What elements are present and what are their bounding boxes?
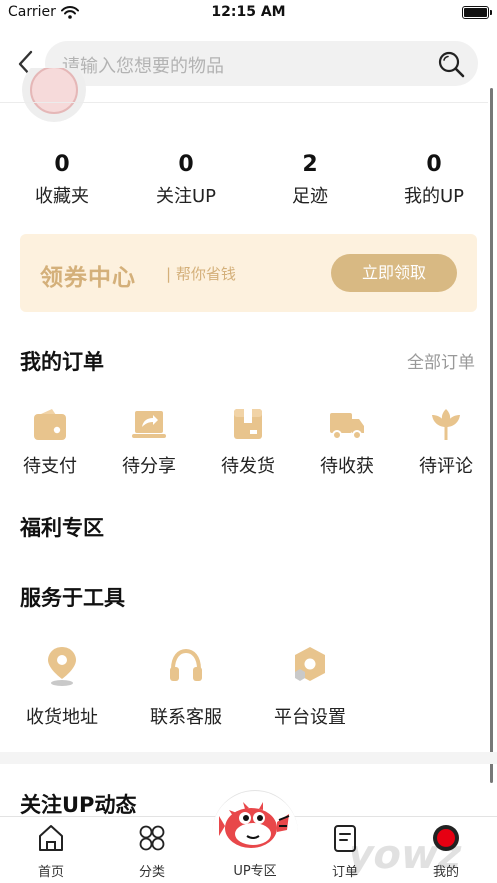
order-pending-share[interactable]: 待分享 (109, 406, 189, 478)
location-icon (48, 647, 76, 686)
order-label: 待分享 (122, 456, 176, 477)
order-pending-receipt[interactable]: 待收获 (307, 406, 387, 478)
avatar[interactable] (22, 68, 86, 122)
share-icon (132, 411, 166, 438)
tool-label: 联系客服 (150, 707, 222, 728)
order-label: 待发货 (221, 456, 275, 477)
svg-text:yowz: yowz (352, 830, 467, 877)
tab-label: 首页 (37, 865, 64, 880)
stat-footprints[interactable]: 2 足迹 (255, 150, 365, 208)
battery-icon (462, 6, 492, 19)
settings-hex-icon (295, 647, 325, 681)
stat-value: 0 (54, 152, 70, 177)
order-label: 待评论 (419, 456, 473, 477)
all-orders-link[interactable]: 全部订单 (407, 348, 475, 373)
follow-up-title: 关注UP动态 (20, 793, 137, 817)
tab-label: UP专区 (233, 864, 277, 879)
tool-platform-settings[interactable]: 平台设置 (260, 645, 360, 729)
tools-title: 服务于工具 (20, 586, 125, 610)
watermark-logo-icon: yowz (352, 830, 467, 877)
tool-label: 收货地址 (26, 707, 98, 728)
order-pending-payment[interactable]: 待支付 (10, 406, 90, 478)
search-icon[interactable] (436, 49, 466, 79)
order-pending-review[interactable]: 待评论 (406, 406, 486, 478)
category-icon (139, 825, 165, 851)
stat-favorites[interactable]: 0 收藏夹 (7, 150, 117, 208)
tab-label: 分类 (138, 865, 165, 880)
orders-title: 我的订单 (20, 350, 104, 374)
coupon-banner[interactable]: 领券中心 | 帮你省钱 立即领取 (20, 234, 477, 312)
tab-category[interactable]: 分类 (117, 823, 187, 880)
stat-label: 收藏夹 (35, 186, 89, 207)
search-input[interactable]: 请输入您想要的物品 (45, 41, 478, 86)
package-icon (234, 409, 262, 439)
coupon-subtitle: | 帮你省钱 (166, 265, 236, 283)
stat-value: 0 (178, 152, 194, 177)
coupon-title: 领券中心 (40, 265, 136, 291)
claim-coupon-button[interactable]: 立即领取 (331, 254, 457, 292)
headphones-icon (170, 648, 202, 681)
home-icon (39, 825, 63, 851)
tool-shipping-address[interactable]: 收货地址 (12, 645, 112, 729)
order-label: 待支付 (23, 456, 77, 477)
truck-icon (330, 413, 364, 440)
clock: 12:15 AM (211, 4, 286, 20)
stat-following-up[interactable]: 0 关注UP (131, 150, 241, 208)
scrollbar[interactable] (490, 88, 493, 783)
tab-up-zone[interactable]: UP专区 (212, 790, 298, 883)
stat-label: 关注UP (155, 186, 217, 207)
stat-value: 2 (302, 152, 318, 177)
tool-customer-service[interactable]: 联系客服 (136, 645, 236, 729)
welfare-title[interactable]: 福利专区 (20, 512, 104, 542)
header-divider (0, 102, 488, 103)
order-pending-ship[interactable]: 待发货 (208, 406, 288, 478)
tab-home[interactable]: 首页 (16, 823, 86, 880)
pufferfish-logo-icon (219, 802, 290, 848)
stat-my-up[interactable]: 0 我的UP (379, 150, 489, 208)
wallet-icon (34, 409, 66, 440)
status-bar: Carrier 12:15 AM (0, 0, 497, 26)
tool-label: 平台设置 (274, 707, 346, 728)
section-divider (0, 752, 497, 764)
flower-icon (432, 409, 460, 440)
stat-label: 足迹 (292, 186, 328, 207)
search-placeholder: 请输入您想要的物品 (62, 56, 224, 77)
stat-label: 我的UP (403, 186, 465, 207)
order-label: 待收获 (320, 456, 374, 477)
stat-value: 0 (426, 152, 442, 177)
